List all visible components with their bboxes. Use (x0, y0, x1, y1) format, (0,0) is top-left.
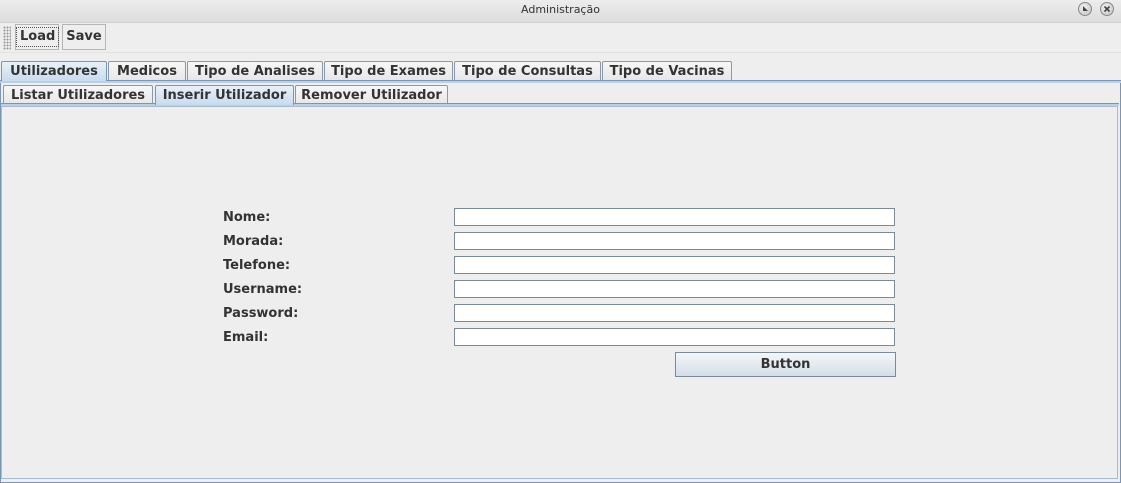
title-bar: Administração (0, 0, 1121, 23)
email-label: Email: (223, 330, 269, 345)
password-label: Password: (223, 306, 299, 321)
window-title: Administração (521, 3, 600, 16)
nome-field[interactable] (454, 208, 895, 226)
tab-tipo-de-vacinas[interactable]: Tipo de Vacinas (602, 61, 732, 81)
telefone-field[interactable] (454, 256, 895, 274)
username-label: Username: (223, 282, 303, 297)
morada-field[interactable] (454, 232, 895, 250)
load-button-label: Load (16, 27, 60, 47)
password-field[interactable] (454, 304, 895, 322)
username-field[interactable] (454, 280, 895, 298)
toolbar-grip-handle[interactable] (3, 26, 11, 50)
close-icon[interactable] (1100, 2, 1114, 16)
tab-tipo-de-analises[interactable]: Tipo de Analises (187, 61, 323, 81)
email-field[interactable] (454, 328, 895, 346)
toolbar: Load Save (0, 23, 1121, 53)
save-button[interactable]: Save (62, 24, 106, 50)
submit-button[interactable]: Button (675, 352, 896, 377)
tab-remover-utilizador[interactable]: Remover Utilizador (295, 85, 448, 105)
tab-tipo-de-exames[interactable]: Tipo de Exames (324, 61, 453, 81)
main-tab-divider (0, 80, 1121, 83)
tab-inserir-utilizador[interactable]: Inserir Utilizador (155, 85, 294, 105)
administracao-window: Administração Load Save Utilizadores Med… (0, 0, 1121, 483)
minimize-icon[interactable] (1078, 2, 1092, 16)
tab-utilizadores[interactable]: Utilizadores (1, 61, 107, 81)
tab-listar-utilizadores[interactable]: Listar Utilizadores (3, 85, 153, 105)
tab-tipo-de-consultas[interactable]: Tipo de Consultas (454, 61, 601, 81)
nome-label: Nome: (223, 210, 271, 225)
load-button[interactable]: Load (15, 24, 60, 50)
tab-medicos[interactable]: Medicos (108, 61, 186, 81)
telefone-label: Telefone: (223, 258, 291, 273)
morada-label: Morada: (223, 234, 284, 249)
